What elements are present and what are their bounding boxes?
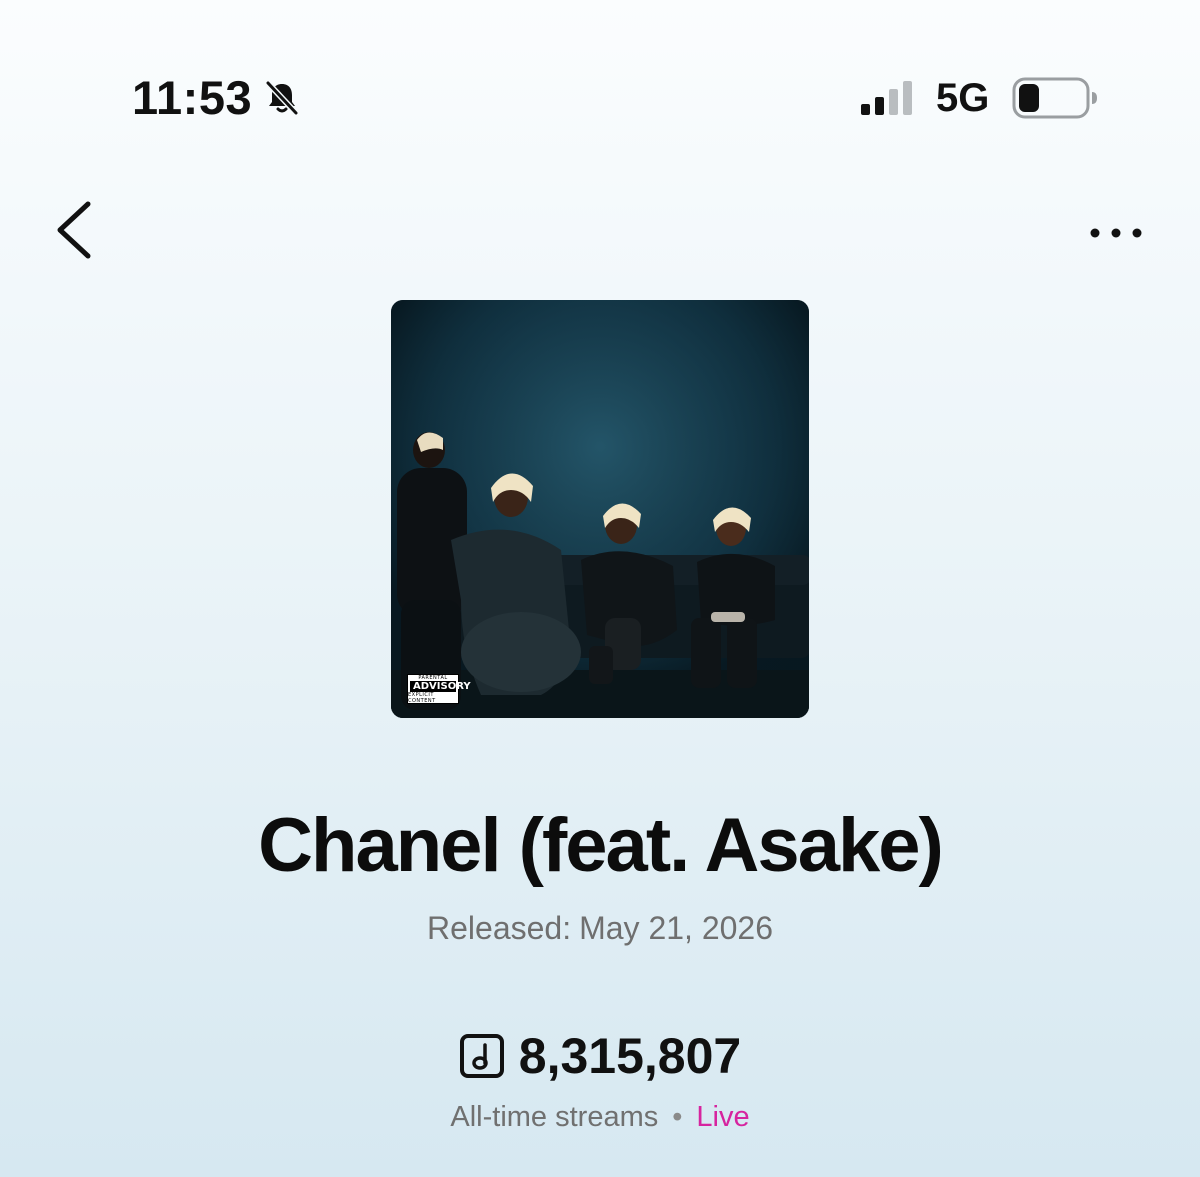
streams-count: 8,315,807 (518, 1028, 742, 1084)
status-time-group: 11:53 (132, 72, 302, 124)
back-button[interactable] (44, 192, 114, 268)
battery-icon (1012, 77, 1097, 119)
release-label: Released: (427, 910, 572, 946)
parental-advisory-badge: PARENTAL ADVISORY EXPLICIT CONTENT (407, 674, 471, 704)
network-label: 5G (936, 76, 990, 120)
more-button[interactable] (1078, 210, 1154, 256)
album-cover-illustration (391, 300, 809, 718)
release-info: Released: May 21, 2026 (0, 908, 1200, 948)
track-title: Chanel (feat. Asake) (258, 803, 944, 888)
streams-label: All-time streams (450, 1101, 659, 1133)
signal-icon (861, 81, 912, 115)
more-horizontal-icon (1090, 228, 1142, 238)
streams-row: 8,315,807 (0, 1024, 1200, 1088)
status-bar: 11:53 5G (0, 0, 1200, 200)
status-time: 11:53 (132, 71, 253, 124)
advisory-bottom-text: EXPLICIT CONTENT (408, 691, 436, 704)
advisory-main-text: ADVISORY (410, 680, 471, 692)
chevron-left-icon (57, 201, 91, 259)
album-cover: PARENTAL ADVISORY EXPLICIT CONTENT (391, 300, 809, 718)
bell-muted-icon (265, 80, 299, 116)
live-status: Live (696, 1101, 750, 1133)
release-date: May 21, 2026 (579, 910, 773, 946)
separator-dot: • (672, 1101, 683, 1133)
streams-meta: All-time streams • Live (0, 1098, 1200, 1136)
music-note-square-icon (459, 1034, 504, 1078)
